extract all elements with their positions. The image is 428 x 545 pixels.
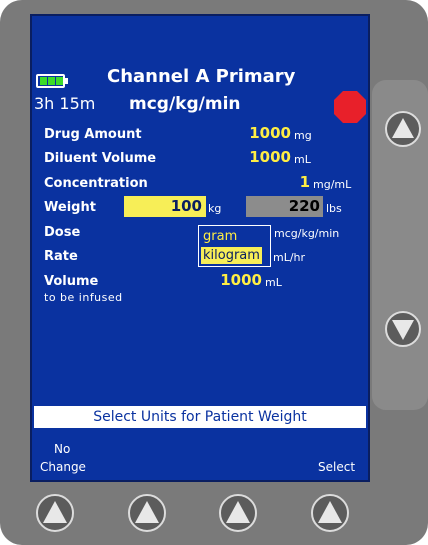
drug-amount-unit: mg bbox=[294, 129, 312, 142]
weight-kg-value: 100 bbox=[170, 197, 202, 215]
dropdown-option-gram[interactable]: gram bbox=[201, 228, 239, 245]
softkey-select-label: Select bbox=[318, 460, 356, 474]
stop-sign-icon bbox=[334, 91, 366, 123]
softkey-button-2[interactable] bbox=[127, 493, 167, 533]
channel-title: Channel A Primary bbox=[107, 66, 296, 87]
softkey-button-1[interactable] bbox=[35, 493, 75, 533]
volume-unit: mL bbox=[265, 276, 282, 289]
battery-tip bbox=[65, 78, 68, 84]
weight-units-dropdown[interactable]: gram kilogram bbox=[198, 225, 271, 267]
concentration-unit: mg/mL bbox=[313, 178, 352, 191]
concentration-value: 1 bbox=[299, 173, 310, 191]
softkey-no-change-line2: Change bbox=[40, 460, 86, 474]
rate-label: Rate bbox=[44, 249, 78, 264]
drug-amount-value: 1000 bbox=[249, 124, 291, 142]
diluent-volume-value: 1000 bbox=[249, 148, 291, 166]
weight-lbs-value: 220 bbox=[288, 197, 320, 215]
volume-label: Volume bbox=[44, 274, 99, 289]
dose-units-header: mcg/kg/min bbox=[129, 94, 241, 114]
weight-kg-unit: kg bbox=[208, 202, 222, 215]
rate-unit: mL/hr bbox=[273, 251, 306, 264]
softkey-button-3[interactable] bbox=[218, 493, 258, 533]
drug-amount-label: Drug Amount bbox=[44, 127, 142, 142]
battery-icon bbox=[36, 74, 65, 88]
time-remaining: 3h 15m bbox=[34, 94, 96, 113]
dose-unit: mcg/kg/min bbox=[274, 227, 340, 240]
diluent-volume-unit: mL bbox=[294, 153, 311, 166]
volume-value: 1000 bbox=[220, 271, 262, 289]
concentration-label: Concentration bbox=[44, 176, 148, 191]
diluent-volume-label: Diluent Volume bbox=[44, 151, 157, 166]
dropdown-option-kilogram[interactable]: kilogram bbox=[201, 247, 262, 264]
pump-screen: Channel A Primary 3h 15m mcg/kg/min Drug… bbox=[30, 14, 370, 482]
softkey-no-change-line1: No bbox=[54, 442, 71, 456]
prompt-bar: Select Units for Patient Weight bbox=[34, 406, 366, 428]
scroll-up-key[interactable] bbox=[384, 110, 422, 148]
weight-label: Weight bbox=[44, 200, 96, 215]
scroll-down-key[interactable] bbox=[384, 310, 422, 348]
weight-lbs-unit: lbs bbox=[326, 202, 342, 215]
softkey-button-4[interactable] bbox=[310, 493, 350, 533]
volume-sublabel: to be infused bbox=[44, 291, 123, 304]
dose-label: Dose bbox=[44, 225, 81, 240]
